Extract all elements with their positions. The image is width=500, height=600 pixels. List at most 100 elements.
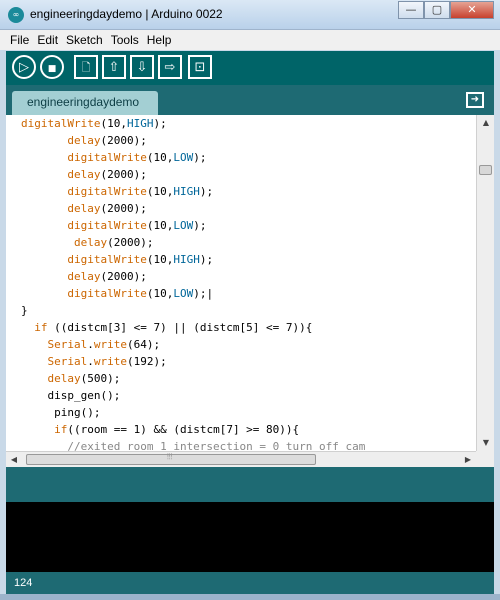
code-line[interactable]: digitalWrite(10,HIGH); [21,185,213,202]
code-line[interactable]: delay(2000); [21,168,146,185]
code-token: . [87,355,94,368]
code-token: (10, [146,253,174,266]
menu-sketch[interactable]: Sketch [66,33,103,47]
code-token: digitalWrite [67,287,147,300]
code-token: write [93,355,127,368]
code-token: (10, [146,185,174,198]
code-token: ); [193,151,207,164]
toolbar: ▷ ■ 🗋 ⇧ ⇩ ⇨ ⊡ [6,51,494,85]
code-token: if [54,423,68,436]
code-token: write [93,338,127,351]
code-line[interactable]: if((room == 1) && (distcm[7] >= 80)){ [21,423,299,440]
code-line[interactable]: digitalWrite(10,HIGH); [21,253,213,270]
code-token: ); [199,185,214,198]
scroll-corner [476,451,494,467]
code-line[interactable]: delay(2000); [21,236,153,253]
menu-file[interactable]: File [10,33,29,47]
code-line[interactable]: //exited room 1 intersection = 0 turn of… [21,440,365,451]
code-line[interactable]: disp_gen(); [21,389,120,406]
vertical-scrollbar[interactable]: ▲ ▼ [476,115,494,451]
code-token: (500); [80,372,121,385]
menu-bar: File Edit Sketch Tools Help [0,30,500,50]
code-line[interactable]: delay(2000); [21,202,146,219]
new-button[interactable]: 🗋 [74,55,98,79]
code-line[interactable]: delay(500); [21,372,121,389]
code-line[interactable]: digitalWrite(10,LOW);| [21,287,213,304]
code-line[interactable]: delay(2000); [21,270,146,287]
code-line[interactable]: ping(); [21,406,100,423]
message-area [6,467,494,502]
code-token: (192); [127,355,167,368]
code-token: } [21,304,28,317]
code-line[interactable]: Serial.write(192); [21,355,167,372]
code-token: digitalWrite [67,253,147,266]
code-token: ((distcm[3] <= 7) || (distcm[5] <= 7)){ [47,321,313,334]
tab-menu-arrow-icon[interactable]: ➜ [466,92,484,108]
open-icon: ⇧ [108,60,120,75]
tab-engineeringdaydemo[interactable]: engineeringdaydemo [12,91,158,115]
code-token: (10, [146,151,174,164]
horizontal-scroll-thumb[interactable]: ⦙⦙⦙ [26,452,316,465]
code-token: );| [193,287,214,300]
line-number: 124 [14,577,33,589]
code-token: . [87,338,94,351]
stop-button[interactable]: ■ [40,55,64,79]
code-line[interactable]: digitalWrite(10,LOW); [21,219,206,236]
upload-button[interactable]: ⇨ [158,55,182,79]
code-token: HIGH [173,185,200,198]
code-token: (64); [127,338,161,351]
serial-monitor-button[interactable]: ⊡ [188,55,212,79]
verify-button[interactable]: ▷ [12,55,36,79]
code-line[interactable]: Serial.write(64); [21,338,161,355]
menu-tools[interactable]: Tools [111,33,139,47]
code-token: digitalWrite [21,117,101,130]
scroll-up-icon[interactable]: ▲ [477,115,495,131]
save-button[interactable]: ⇩ [130,55,154,79]
code-token: (10, [146,287,174,300]
menu-help[interactable]: Help [147,33,172,47]
code-token: //exited room 1 intersection = 0 turn of… [21,440,366,451]
code-token: ); [199,253,214,266]
scroll-right-icon[interactable]: ▶ [460,452,476,468]
code-line[interactable]: if ((distcm[3] <= 7) || (distcm[5] <= 7)… [21,321,312,338]
code-token: if [34,321,48,334]
maximize-button[interactable]: ▢ [424,1,450,19]
code-token: digitalWrite [67,219,147,232]
minimize-button[interactable]: — [398,1,424,19]
code-token: (2000); [100,134,147,147]
scroll-left-icon[interactable]: ◀ [6,452,22,468]
menu-edit[interactable]: Edit [37,33,58,47]
horizontal-scrollbar[interactable]: ◀ ⦙⦙⦙ ▶ [6,451,476,467]
code-token: delay [67,270,101,283]
code-token: Serial [47,338,88,351]
code-token: delay [47,372,81,385]
code-line[interactable]: digitalWrite(10,LOW); [21,151,206,168]
new-icon: 🗋 [81,61,91,74]
close-button[interactable]: ✕ [450,1,494,19]
code-token: delay [67,134,101,147]
console-output[interactable] [6,502,494,572]
code-editor[interactable]: digitalWrite(10,HIGH); delay(2000); digi… [6,115,476,451]
code-token: HIGH [126,117,154,130]
line-number-bar: 124 [6,572,494,594]
code-line[interactable]: } [21,304,28,321]
code-token: (2000); [107,236,154,249]
code-token: (10, [100,117,127,130]
scroll-down-icon[interactable]: ▼ [477,435,495,451]
open-button[interactable]: ⇧ [102,55,126,79]
code-line[interactable]: digitalWrite(10,HIGH); [21,117,167,134]
code-line[interactable]: delay(2000); [21,134,147,151]
code-token: Serial [47,355,88,368]
vertical-scroll-thumb[interactable] [479,165,492,175]
